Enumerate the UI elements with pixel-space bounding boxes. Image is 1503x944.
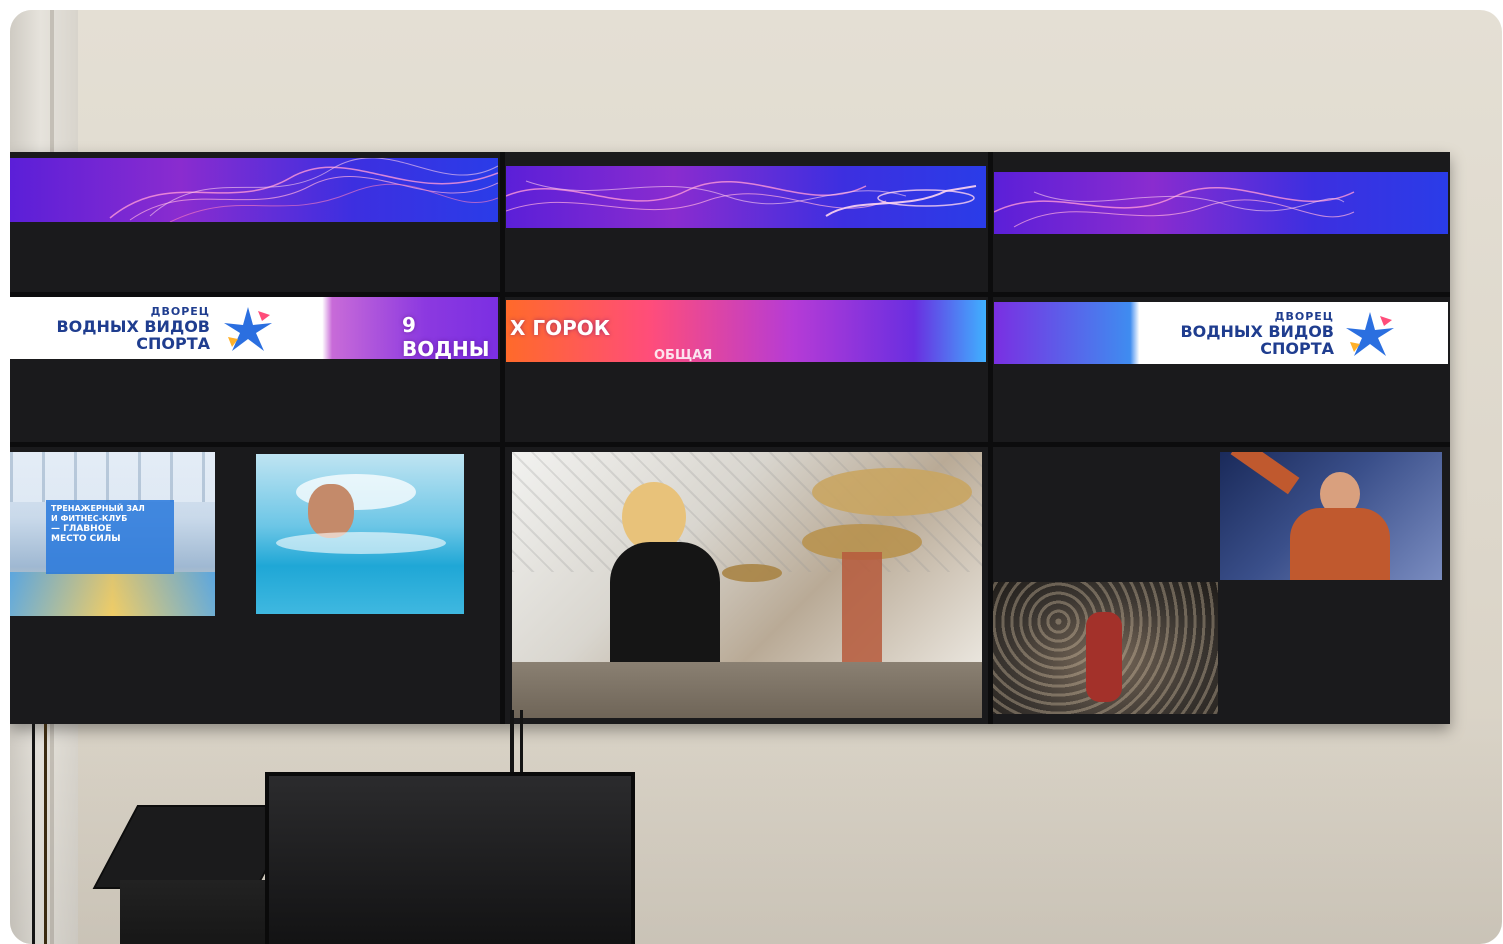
desk-monitor [265, 772, 635, 944]
banner-subtitle: ОБЩАЯ [654, 348, 713, 362]
bezel-horizontal [10, 442, 1450, 447]
wave-pattern-swimmer [506, 180, 977, 217]
logo-line3: СПОРТА [136, 334, 210, 353]
gym-caption: ТРЕНАЖЕРНЫЙ ЗАЛ И ФИТНЕС-КЛУБ — ГЛАВНОЕ … [46, 500, 174, 574]
wave-strip-left [10, 158, 498, 222]
bezel-horizontal [10, 292, 1450, 297]
singer-photo [1220, 452, 1442, 580]
gym-caption-line1: ТРЕНАЖЕРНЫЙ ЗАЛ [51, 504, 145, 513]
cable [520, 710, 523, 774]
gym-caption-line4: МЕСТО СИЛЫ [51, 534, 121, 544]
logo-line3: СПОРТА [1260, 339, 1334, 358]
keyboard-stand [120, 880, 270, 944]
drummer-photo [512, 452, 982, 718]
swimmer-photo [256, 454, 464, 614]
wave-pattern [109, 158, 498, 222]
cable [44, 724, 47, 944]
banner-title-center: Х ГОРОК [510, 316, 611, 340]
banner-title-left: 9 ВОДНЫ [402, 313, 490, 359]
bezel-vertical [988, 152, 993, 724]
banner-center: Х ГОРОК ОБЩАЯ [506, 300, 986, 362]
photo-frame: ДВОРЕЦ ВОДНЫХ ВИДОВ СПОРТА 9 ВОДНЫ Х ГОР… [10, 10, 1502, 944]
cable [510, 710, 514, 774]
logo-text-left: ДВОРЕЦ ВОДНЫХ ВИДОВ СПОРТА [50, 305, 210, 352]
crowd-photo [990, 582, 1218, 714]
cable [32, 724, 35, 944]
logo-line2: ВОДНЫХ ВИДОВ [1180, 322, 1334, 341]
gym-photo: ТРЕНАЖЕРНЫЙ ЗАЛ И ФИТНЕС-КЛУБ — ГЛАВНОЕ … [10, 452, 215, 616]
logo-text-right: ДВОРЕЦ ВОДНЫХ ВИДОВ СПОРТА [1174, 310, 1334, 357]
banner-left: ДВОРЕЦ ВОДНЫХ ВИДОВ СПОРТА 9 ВОДНЫ [10, 297, 498, 359]
banner-right: ДВОРЕЦ ВОДНЫХ ВИДОВ СПОРТА [994, 302, 1448, 364]
video-wall: ДВОРЕЦ ВОДНЫХ ВИДОВ СПОРТА 9 ВОДНЫ Х ГОР… [10, 152, 1450, 724]
logo-star-icon [224, 307, 272, 351]
logo-line2: ВОДНЫХ ВИДОВ [56, 317, 210, 336]
wave-pattern [994, 187, 1355, 228]
wave-strip-right [994, 172, 1448, 234]
gym-caption-line3: — ГЛАВНОЕ [51, 524, 112, 534]
wave-strip-center [506, 166, 986, 228]
logo-star-icon [1346, 312, 1394, 356]
gym-caption-line2: И ФИТНЕС-КЛУБ [51, 514, 128, 523]
bezel-vertical [500, 152, 505, 724]
